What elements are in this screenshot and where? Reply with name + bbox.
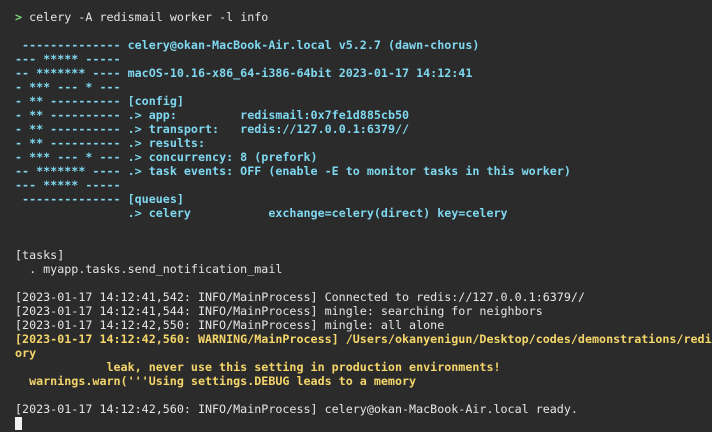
cursor-line[interactable]: [15, 416, 712, 430]
warning-line: leak, never use this setting in producti…: [15, 360, 501, 374]
banner-line: --- ***** -----: [15, 178, 128, 192]
warning-line: ory: [15, 346, 37, 360]
banner-line: - ** ---------- .> transport: redis://12…: [15, 122, 410, 136]
terminal-window[interactable]: > celery -A redismail worker -l info ---…: [0, 0, 712, 432]
banner-line: -- ******* ---- macOS-10.16-x86_64-i386-…: [15, 66, 473, 80]
banner-line: -------------- [queues]: [15, 192, 184, 206]
banner-line: - ** ---------- [config]: [15, 94, 184, 108]
banner-line: - ** ---------- .> app: redismail:0x7fe1…: [15, 108, 410, 122]
log-line: [2023-01-17 14:12:42,550: INFO/MainProce…: [15, 318, 445, 332]
ready-line: [2023-01-17 14:12:42,560: INFO/MainProce…: [15, 402, 578, 416]
banner-line: - *** --- * --- .> concurrency: 8 (prefo…: [15, 150, 318, 164]
task-item: . myapp.tasks.send_notification_mail: [15, 262, 283, 276]
tasks-header: [tasks]: [15, 248, 65, 262]
banner-line: - ** ---------- .> results:: [15, 136, 205, 150]
banner-line: - *** --- * ---: [15, 80, 128, 94]
command-line: > celery -A redismail worker -l info: [15, 10, 712, 24]
celery-banner: -------------- celery@okan-MacBook-Air.l…: [15, 38, 712, 220]
tasks-section: [tasks] . myapp.tasks.send_notification_…: [15, 248, 712, 276]
log-line: [2023-01-17 14:12:41,544: INFO/MainProce…: [15, 304, 543, 318]
banner-line: --- ***** -----: [15, 52, 128, 66]
banner-line: -------------- celery@okan-MacBook-Air.l…: [15, 38, 480, 52]
banner-line: -- ******* ---- .> task events: OFF (ena…: [15, 164, 571, 178]
banner-line: .> celery exchange=celery(direct) key=ce…: [127, 206, 508, 220]
command-text: celery -A redismail worker -l info: [29, 10, 269, 24]
warning-line: warnings.warn('''Using settings.DEBUG le…: [15, 374, 417, 388]
prompt-symbol: >: [15, 10, 23, 24]
text-cursor[interactable]: [15, 417, 22, 430]
log-line: [2023-01-17 14:12:41,542: INFO/MainProce…: [15, 290, 585, 304]
warning-line: [2023-01-17 14:12:42,560: WARNING/MainPr…: [15, 332, 712, 346]
log-section: [2023-01-17 14:12:41,542: INFO/MainProce…: [15, 290, 712, 388]
